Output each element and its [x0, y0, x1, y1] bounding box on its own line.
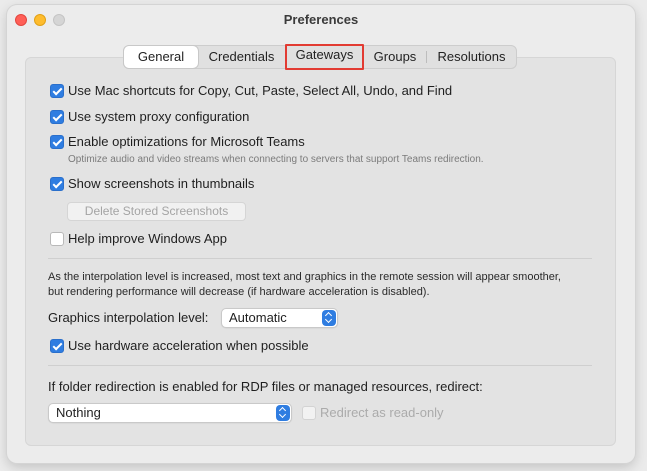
folder-redirection-label: If folder redirection is enabled for RDP… [48, 379, 483, 394]
section-divider [48, 365, 592, 366]
interpolation-level-label: Graphics interpolation level: [48, 310, 209, 325]
delete-stored-screenshots-button[interactable]: Delete Stored Screenshots [67, 202, 246, 221]
teams-optimization-checkbox[interactable] [50, 135, 64, 149]
preferences-window: Preferences General Credentials Gateways… [7, 5, 635, 463]
teams-optimization-label: Enable optimizations for Microsoft Teams [68, 134, 305, 149]
interpolation-info-line2: but rendering performance will decrease … [48, 286, 430, 298]
tab-bar: General Credentials Gateways Groups Reso… [123, 44, 517, 70]
read-only-label: Redirect as read-only [320, 405, 444, 420]
interpolation-level-value: Automatic [229, 310, 287, 325]
folder-redirection-value: Nothing [56, 405, 101, 420]
popup-chevron-icon [276, 405, 290, 421]
screenshots-thumbnails-label: Show screenshots in thumbnails [68, 176, 255, 191]
title-bar: Preferences [7, 5, 635, 35]
section-divider [48, 258, 592, 259]
tab-groups[interactable]: Groups [364, 46, 426, 68]
tab-general[interactable]: General [124, 46, 198, 68]
mac-shortcuts-checkbox[interactable] [50, 84, 64, 98]
tab-resolutions[interactable]: Resolutions [427, 46, 516, 68]
popup-chevron-icon [322, 310, 336, 326]
help-improve-label: Help improve Windows App [68, 231, 227, 246]
tab-gateways[interactable]: Gateways [285, 44, 364, 70]
system-proxy-label: Use system proxy configuration [68, 109, 250, 124]
screenshots-thumbnails-checkbox[interactable] [50, 177, 64, 191]
hardware-acceleration-label: Use hardware acceleration when possible [68, 338, 309, 353]
hardware-acceleration-checkbox[interactable] [50, 339, 64, 353]
tab-credentials[interactable]: Credentials [198, 46, 285, 68]
help-improve-checkbox[interactable] [50, 232, 64, 246]
teams-optimization-hint: Optimize audio and video streams when co… [68, 154, 484, 165]
window-title: Preferences [283, 12, 359, 27]
folder-redirection-popup[interactable]: Nothing [48, 403, 292, 423]
system-proxy-checkbox[interactable] [50, 110, 64, 124]
interpolation-level-popup[interactable]: Automatic [221, 308, 338, 328]
interpolation-info-line1: As the interpolation level is increased,… [48, 271, 561, 283]
read-only-checkbox[interactable] [302, 406, 316, 420]
mac-shortcuts-label: Use Mac shortcuts for Copy, Cut, Paste, … [68, 83, 453, 98]
